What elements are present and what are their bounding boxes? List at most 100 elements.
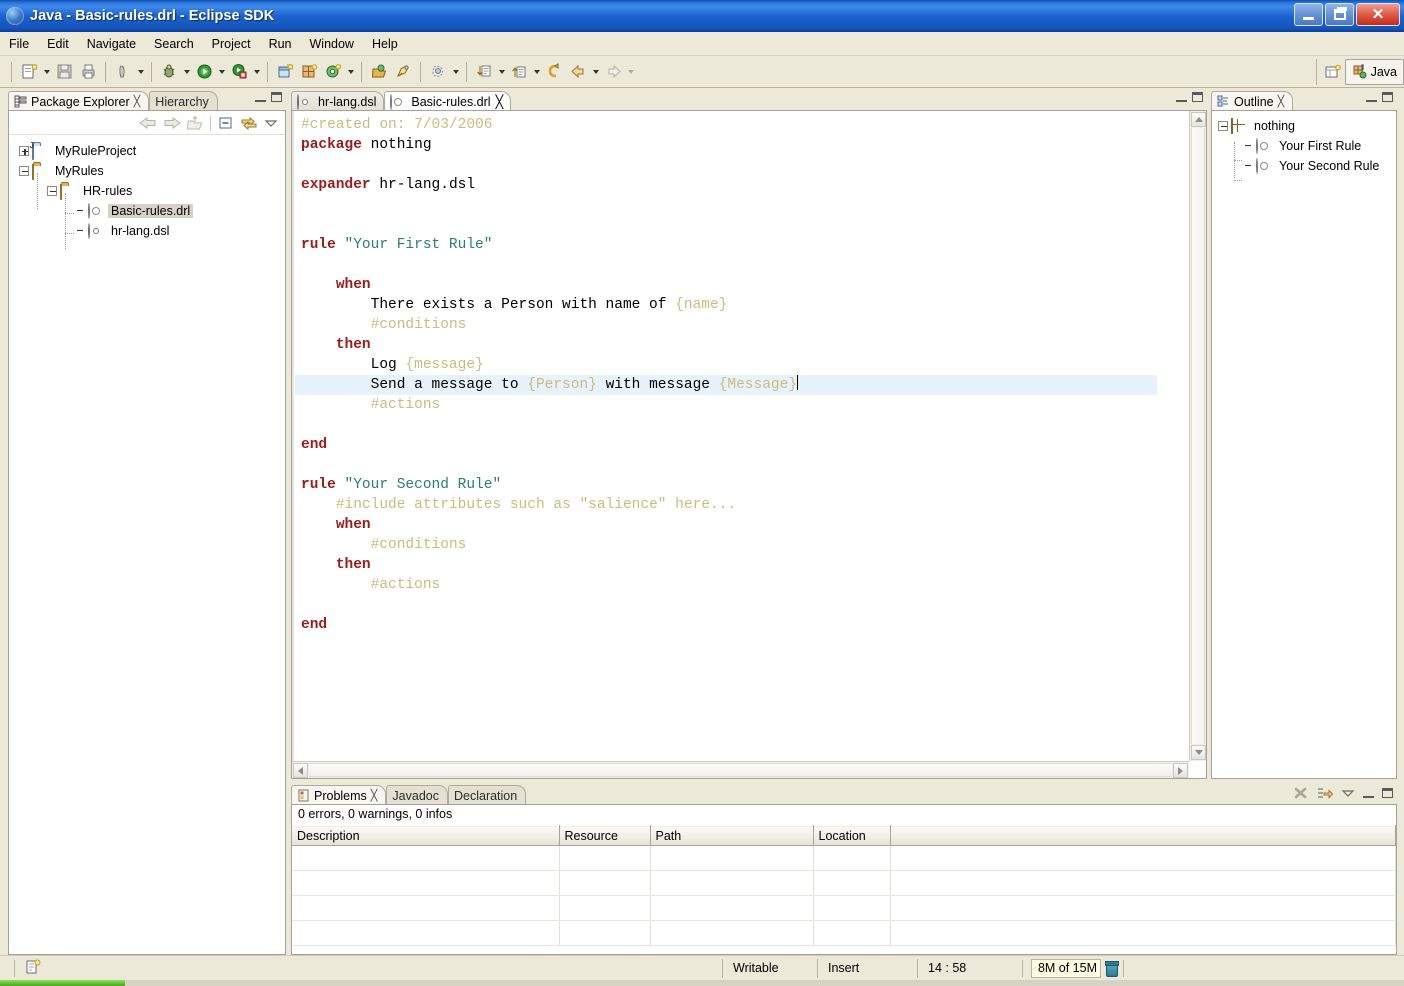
code-line[interactable] — [295, 595, 1157, 615]
new-wizard-icon[interactable] — [17, 60, 41, 84]
maximize-view-icon[interactable] — [1382, 92, 1393, 102]
view-menu-icon[interactable] — [263, 115, 279, 131]
table-row[interactable] — [292, 896, 1396, 921]
open-perspective-icon[interactable] — [1321, 60, 1345, 84]
tree-item-myruleproject[interactable]: MyRuleProject — [9, 141, 285, 161]
minimize-view-icon[interactable] — [1366, 93, 1377, 102]
collapse-icon[interactable] — [19, 166, 29, 176]
forward-icon[interactable] — [601, 60, 625, 84]
code-line[interactable]: Log {message} — [295, 355, 1157, 375]
code-line[interactable] — [295, 255, 1157, 275]
delete-icon[interactable] — [1293, 786, 1308, 800]
search-icon[interactable] — [391, 60, 415, 84]
scroll-down-button[interactable] — [1191, 745, 1206, 760]
trash-icon[interactable] — [1105, 961, 1117, 975]
new-java-project-icon[interactable] — [273, 60, 297, 84]
link-with-editor-icon[interactable] — [239, 115, 259, 131]
code-line[interactable]: There exists a Person with name of {name… — [295, 295, 1157, 315]
debug-dropdown-icon[interactable] — [181, 61, 192, 83]
maximize-view-icon[interactable] — [1382, 788, 1393, 798]
tab-declaration[interactable]: Declaration — [448, 785, 526, 806]
menu-run[interactable]: Run — [260, 34, 301, 54]
open-type-icon[interactable] — [367, 60, 391, 84]
code-line[interactable]: end — [295, 615, 1157, 635]
tree-item-basic-rules-drl[interactable]: Basic-rules.drl — [9, 201, 285, 221]
new-package-icon[interactable] — [297, 60, 321, 84]
minimize-view-icon[interactable] — [1176, 93, 1187, 102]
code-line[interactable]: when — [295, 515, 1157, 535]
tab-javadoc[interactable]: Javadoc — [386, 785, 448, 806]
save-icon[interactable] — [52, 60, 76, 84]
back-icon[interactable] — [566, 60, 590, 84]
editor-tab-hr-lang-dsl[interactable]: hr-lang.dsl — [291, 91, 384, 112]
code-line[interactable]: then — [295, 555, 1157, 575]
debug-icon[interactable] — [157, 60, 181, 84]
tree-item-hr-rules[interactable]: HR-rules — [9, 181, 285, 201]
external-tools-icon[interactable] — [111, 60, 135, 84]
maximize-view-icon[interactable] — [1192, 92, 1203, 102]
code-line[interactable]: #conditions — [295, 315, 1157, 335]
code-line[interactable]: then — [295, 335, 1157, 355]
new-class-dropdown-icon[interactable] — [345, 61, 356, 83]
minimize-view-icon[interactable] — [255, 93, 266, 102]
code-line[interactable] — [295, 455, 1157, 475]
toggle-mark-occurrences-icon[interactable] — [426, 60, 450, 84]
table-row[interactable] — [292, 921, 1396, 946]
code-line[interactable] — [295, 415, 1157, 435]
back-dropdown-icon[interactable] — [590, 61, 601, 83]
column-header-path[interactable]: Path — [650, 826, 813, 846]
code-line[interactable]: Send a message to {Person} with message … — [295, 375, 1157, 395]
table-row[interactable] — [292, 871, 1396, 896]
perspective-java-button[interactable]: Java — [1345, 59, 1404, 85]
code-editor[interactable]: #created on: 7/03/2006package nothing ex… — [295, 111, 1157, 761]
outline-item-nothing[interactable]: nothing — [1212, 116, 1396, 136]
menu-help[interactable]: Help — [363, 34, 407, 54]
maximize-view-icon[interactable] — [271, 92, 282, 102]
run-dropdown-icon[interactable] — [216, 61, 227, 83]
back-icon[interactable] — [138, 115, 158, 131]
code-line[interactable]: end — [295, 435, 1157, 455]
run-icon[interactable] — [192, 60, 216, 84]
collapse-icon[interactable] — [1218, 121, 1228, 131]
scrollbar-track[interactable] — [1191, 128, 1205, 744]
tab-hierarchy[interactable]: Hierarchy — [149, 91, 218, 112]
tree-item-myrules[interactable]: MyRules — [9, 161, 285, 181]
scroll-up-button[interactable] — [1191, 112, 1206, 127]
close-icon[interactable]: ╳ — [371, 789, 378, 802]
code-line[interactable]: #include attributes such as "salience" h… — [295, 495, 1157, 515]
run-last-tool-icon[interactable] — [227, 60, 251, 84]
forward-dropdown-icon[interactable] — [625, 61, 636, 83]
view-menu-icon[interactable] — [1341, 787, 1355, 799]
code-line[interactable] — [295, 195, 1157, 215]
menu-project[interactable]: Project — [203, 34, 260, 54]
close-icon[interactable]: ╳ — [1278, 95, 1285, 108]
toggle-mark-occurrences-dropdown-icon[interactable] — [450, 61, 461, 83]
new-class-icon[interactable] — [321, 60, 345, 84]
code-line[interactable]: package nothing — [295, 135, 1157, 155]
code-line[interactable] — [295, 215, 1157, 235]
table-row[interactable] — [292, 846, 1396, 871]
tab-problems[interactable]: Problems ╳ — [291, 785, 386, 806]
minimize-button[interactable] — [1294, 3, 1323, 26]
code-line[interactable]: expander hr-lang.dsl — [295, 175, 1157, 195]
expand-icon[interactable] — [19, 146, 29, 156]
filters-icon[interactable] — [1316, 786, 1333, 800]
code-line[interactable]: #actions — [295, 395, 1157, 415]
menu-window[interactable]: Window — [301, 34, 363, 54]
new-wizard-dropdown-icon[interactable] — [41, 61, 52, 83]
code-line[interactable]: rule "Your First Rule" — [295, 235, 1157, 255]
tab-outline[interactable]: Outline ╳ — [1211, 91, 1293, 112]
previous-annotation-icon[interactable] — [507, 60, 531, 84]
scroll-right-button[interactable] — [1173, 763, 1188, 778]
forward-icon[interactable] — [162, 115, 182, 131]
collapse-all-icon[interactable] — [217, 115, 235, 131]
scrollbar-track[interactable] — [309, 763, 1172, 777]
close-icon[interactable]: ╳ — [496, 94, 504, 109]
print-icon[interactable] — [76, 60, 100, 84]
column-header-resource[interactable]: Resource — [559, 826, 650, 846]
new-marker-icon[interactable] — [25, 959, 45, 977]
outline-item-your-first-rule[interactable]: Your First Rule — [1212, 136, 1396, 156]
close-icon[interactable]: ╳ — [134, 95, 141, 108]
editor-vertical-scrollbar[interactable] — [1189, 111, 1206, 761]
code-line[interactable]: rule "Your Second Rule" — [295, 475, 1157, 495]
